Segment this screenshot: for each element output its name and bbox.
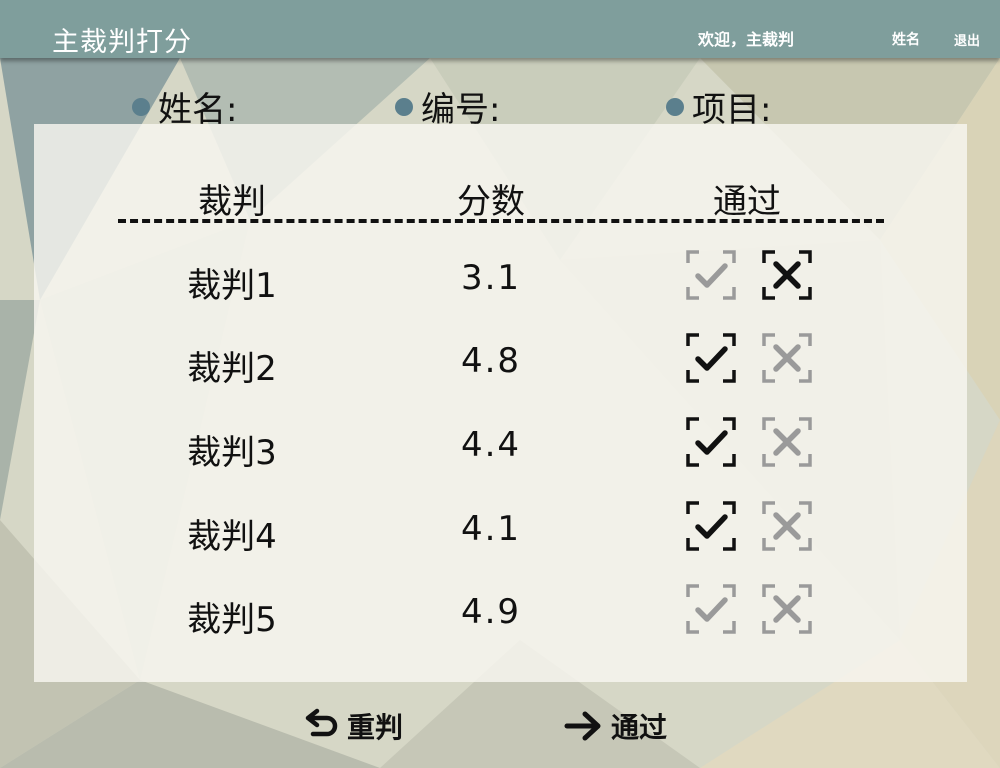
- judge-score: 4.4: [460, 425, 522, 465]
- check-icon[interactable]: [685, 332, 737, 384]
- cross-icon[interactable]: [761, 583, 813, 635]
- cross-icon[interactable]: [761, 416, 813, 468]
- header-divider: [118, 219, 884, 223]
- cross-icon[interactable]: [761, 500, 813, 552]
- column-header-score: 分数: [457, 182, 525, 222]
- top-bar: 主裁判打分 欢迎，主裁判 姓名 退出: [0, 0, 1000, 58]
- page-title: 主裁判打分: [52, 27, 192, 58]
- undo-arrow-icon: [305, 708, 338, 737]
- check-icon[interactable]: [685, 583, 737, 635]
- check-icon[interactable]: [685, 416, 737, 468]
- judge-name: 裁判4: [187, 517, 277, 557]
- check-icon[interactable]: [685, 500, 737, 552]
- welcome-text: 欢迎，主裁判: [698, 30, 795, 49]
- bullet-dot-icon: [395, 97, 413, 116]
- judge-score: 4.1: [460, 509, 522, 549]
- right-arrow-icon: [564, 711, 601, 741]
- pass-label: 通过: [611, 711, 668, 744]
- name-link[interactable]: 姓名: [892, 29, 920, 49]
- bullet-dot-icon: [666, 97, 684, 116]
- judge-score: 4.8: [460, 341, 522, 381]
- cross-icon[interactable]: [761, 332, 813, 384]
- judge-name: 裁判1: [187, 266, 277, 306]
- check-icon[interactable]: [685, 249, 737, 301]
- judge-name: 裁判5: [187, 600, 277, 640]
- bullet-dot-icon: [132, 97, 150, 116]
- judge-name: 裁判3: [187, 433, 277, 473]
- judge-score: 4.9: [460, 592, 522, 632]
- column-header-pass: 通过: [713, 182, 781, 222]
- rejudge-label: 重判: [347, 711, 404, 744]
- rejudge-button[interactable]: 重判: [303, 706, 403, 746]
- pass-button[interactable]: 通过: [563, 706, 667, 746]
- column-header-judge: 裁判: [198, 182, 266, 222]
- cross-icon[interactable]: [761, 249, 813, 301]
- judge-name: 裁判2: [187, 349, 277, 389]
- judge-score: 3.1: [460, 258, 522, 298]
- logout-link[interactable]: 退出: [954, 30, 980, 49]
